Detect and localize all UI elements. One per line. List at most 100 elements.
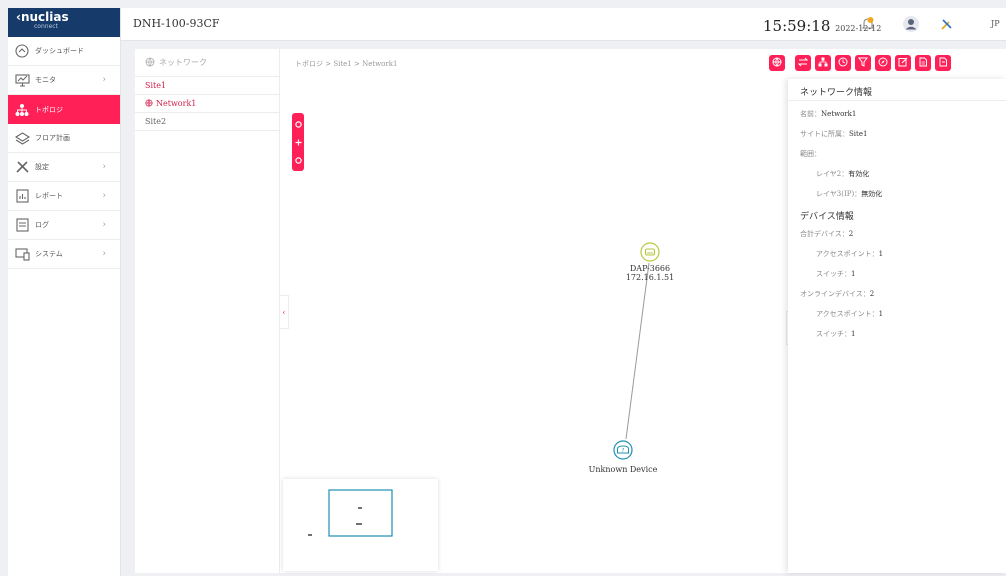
info-label: レイヤ3(IP)： <box>816 190 862 198</box>
node-name: DAP-3666 <box>629 264 671 273</box>
info-title: ネットワーク情報 <box>788 79 1006 101</box>
info-layer3-row: レイヤ3(IP)：無効化 <box>816 189 882 199</box>
node-label-dap-3666: DAP-3666 172.16.1.51 <box>615 264 685 282</box>
info-scope-row: 範囲： <box>800 149 821 159</box>
chevron-right-icon: › <box>102 191 106 201</box>
hierarchy-icon <box>818 57 828 70</box>
swap-icon <box>797 57 809 70</box>
clock-icon <box>838 57 848 70</box>
compass-button[interactable] <box>875 55 891 71</box>
logo-sub: connect <box>34 23 58 30</box>
sidebar-item-label: ログ <box>35 221 49 229</box>
info-label: アクセスポイント： <box>816 310 879 318</box>
filter-button[interactable] <box>855 55 871 71</box>
device-name: DNH-100-93CF <box>133 17 220 30</box>
info-online-switch-row: スイッチ：1 <box>816 329 855 339</box>
info-value: 1 <box>878 250 884 258</box>
logo-brand: nuclias <box>20 10 69 24</box>
logout-icon <box>938 57 948 70</box>
info-label: アクセスポイント： <box>816 250 879 258</box>
main-content: ネットワーク Site1 Network1 Site2 ‹ トポロジ > Sit… <box>135 49 1006 573</box>
sidebar-item-dashboard[interactable]: ダッシュボード <box>8 37 120 66</box>
settings-tools-icon <box>13 160 31 174</box>
topology-canvas <box>625 262 650 440</box>
info-value: 2 <box>869 290 875 298</box>
info-value: 2 <box>848 230 854 238</box>
report-icon <box>13 189 31 203</box>
info-value: 無効化 <box>861 190 883 198</box>
notification-bell-icon[interactable] <box>858 14 878 34</box>
info-name-row: 名前：Network1 <box>800 109 856 119</box>
user-avatar-icon[interactable] <box>901 14 921 34</box>
minimap-viewport <box>328 489 393 537</box>
dashboard-icon <box>13 44 31 58</box>
sidebar-item-topology[interactable]: トポロジ <box>8 95 120 124</box>
node-unknown-device[interactable]: ? <box>613 440 633 460</box>
sidebar-item-label: レポート <box>35 192 63 200</box>
unknown-device-icon: ? <box>613 440 633 460</box>
info-value: 有効化 <box>848 170 870 178</box>
info-online-ap-row: アクセスポイント：1 <box>816 309 883 319</box>
sidebar-item-monitor[interactable]: モニタ › <box>8 66 120 95</box>
sidebar-item-system[interactable]: システム › <box>8 240 120 269</box>
info-label: オンラインデバイス： <box>800 290 870 298</box>
sidebar-item-settings[interactable]: 設定 › <box>8 153 120 182</box>
tools-icon[interactable] <box>937 14 957 34</box>
network-info-panel: ネットワーク情報 名前：Network1 サイトに所属：Site1 範囲： レイ… <box>788 79 1006 573</box>
minimap[interactable] <box>283 479 438 571</box>
info-label: 範囲： <box>800 150 821 158</box>
history-button[interactable] <box>835 55 851 71</box>
node-dap-3666[interactable] <box>640 242 660 262</box>
info-site-row: サイトに所属：Site1 <box>800 129 867 139</box>
info-layer2-row: レイヤ2：有効化 <box>816 169 869 179</box>
info-label: スイッチ： <box>816 330 851 338</box>
edit-button[interactable] <box>895 55 911 71</box>
sidebar-item-floorplan[interactable]: フロア計画 <box>8 124 120 153</box>
info-value: Network1 <box>821 110 857 118</box>
info-label: 名前： <box>800 110 821 118</box>
info-label: スイッチ： <box>816 270 851 278</box>
topology-link <box>625 262 650 440</box>
edit-icon <box>898 57 908 70</box>
svg-text:?: ? <box>622 448 625 454</box>
swap-button[interactable] <box>795 55 811 71</box>
info-switch-row: スイッチ：1 <box>816 269 855 279</box>
info-label: レイヤ2： <box>816 170 849 178</box>
hierarchy-button[interactable] <box>815 55 831 71</box>
export-icon <box>918 57 928 70</box>
info-value: 1 <box>851 330 856 338</box>
compass-icon <box>878 57 888 70</box>
device-info-title: デバイス情報 <box>800 212 854 222</box>
minimap-canvas <box>308 489 393 537</box>
chevron-right-icon: › <box>102 75 106 85</box>
top-header: DNH-100-93CF 15:59:18 2022-12-12 JP <box>121 8 1006 41</box>
node-name: Unknown Device <box>588 465 658 474</box>
sidebar-item-label: システム <box>35 250 63 258</box>
info-value: 1 <box>851 270 856 278</box>
floorplan-icon <box>13 131 31 145</box>
sidebar-item-log[interactable]: ログ › <box>8 211 120 240</box>
sidebar-item-label: トポロジ <box>35 105 63 114</box>
info-label: 合計デバイス： <box>800 230 849 238</box>
monitor-icon <box>13 73 31 87</box>
sidebar-item-label: 設定 <box>35 163 49 171</box>
log-icon <box>13 218 31 232</box>
sidebar: ‹nuclias connect ダッシュボード モニタ › トポロジ フロア計… <box>8 8 121 576</box>
sidebar-item-label: フロア計画 <box>35 134 70 142</box>
exit-button[interactable] <box>935 55 951 71</box>
chevron-right-icon: › <box>102 249 106 259</box>
sidebar-item-report[interactable]: レポート › <box>8 182 120 211</box>
access-point-icon <box>640 242 660 262</box>
chevron-right-icon: › <box>102 220 106 230</box>
info-total-row: 合計デバイス：2 <box>800 229 853 239</box>
topology-icon <box>13 103 31 117</box>
info-value: Site1 <box>849 130 868 138</box>
export-button[interactable] <box>915 55 931 71</box>
info-label: サイトに所属： <box>800 130 849 138</box>
info-value: 1 <box>878 310 884 318</box>
sidebar-item-label: ダッシュボード <box>35 47 84 55</box>
clock-time: 15:59:18 <box>763 17 831 35</box>
info-ap-row: アクセスポイント：1 <box>816 249 883 259</box>
logo[interactable]: ‹nuclias connect <box>8 8 120 37</box>
language-selector[interactable]: JP <box>991 19 1000 28</box>
